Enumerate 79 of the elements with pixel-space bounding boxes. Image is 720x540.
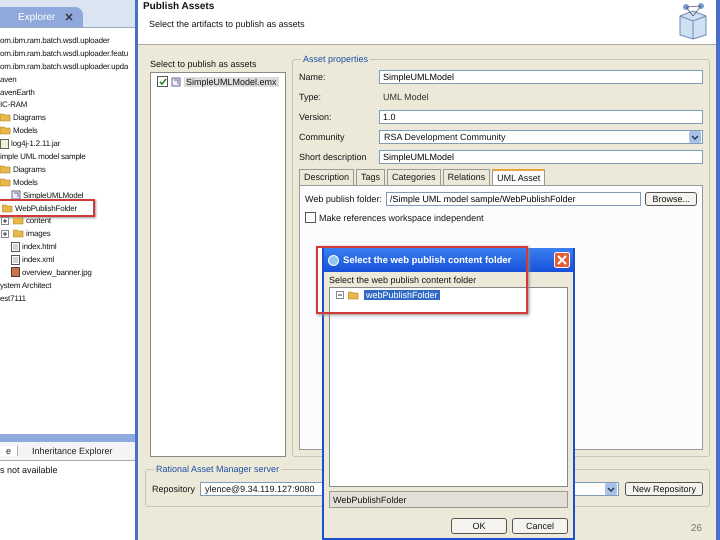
text-field[interactable]: SimpleUMLModel [379, 70, 703, 84]
folder-icon [0, 126, 11, 136]
group-title: Asset properties [301, 54, 370, 64]
tree-item[interactable]: aven [0, 74, 17, 84]
tab[interactable]: Categories [387, 169, 441, 185]
tree-item[interactable]: Diagrams [13, 113, 46, 122]
tree-item[interactable]: imple UML model sample [0, 152, 86, 161]
dialog-prompt: Select the web publish content folder [329, 275, 478, 285]
browse-button[interactable]: Browse... [645, 192, 697, 206]
checkbox[interactable] [305, 212, 316, 223]
tree-item[interactable]: IC-RAM [0, 100, 28, 110]
wizard-subtitle: Select the artifacts to publish as assets [149, 19, 305, 29]
tree-item[interactable]: Models [13, 178, 38, 187]
folder-icon [0, 178, 11, 187]
folder-icon [13, 229, 24, 238]
field-label: Name: [299, 72, 327, 82]
tab[interactable]: UML Asset [492, 169, 546, 185]
tree-item[interactable]: avenEarth [0, 88, 35, 96]
view-tab[interactable]: e [0, 446, 18, 456]
document-icon [11, 254, 20, 265]
tree-item[interactable]: images [26, 229, 51, 238]
collapse-icon[interactable] [336, 291, 344, 299]
ok-button[interactable]: OK [451, 518, 507, 534]
tree-item[interactable]: om.ibm.ram.batch.wsdl.uploader [0, 36, 110, 45]
text-field[interactable]: 1.0 [379, 110, 703, 124]
folder-icon [0, 164, 11, 174]
folder-icon [0, 113, 11, 122]
field-label: Web publish folder: [305, 194, 382, 204]
text-field[interactable]: WebPublishFolder [329, 491, 568, 508]
text-field[interactable]: /Simple UML model sample/WebPublishFolder [386, 192, 642, 206]
folder-icon [348, 290, 360, 300]
slide-number: 26 [690, 523, 702, 534]
field-label: Repository [152, 484, 194, 494]
tree-item[interactable]: om.ibm.ram.batch.wsdl.uploader.featu [0, 48, 128, 58]
list-item[interactable]: SimpleUMLModel.emx [184, 76, 279, 86]
tree-item[interactable]: Models [13, 126, 38, 136]
tree-item[interactable]: webPublishFolder [364, 290, 440, 300]
folder-icon [13, 216, 24, 226]
tree-item[interactable]: index.xml [22, 255, 54, 264]
tree-item[interactable]: content [26, 216, 51, 226]
text-field[interactable]: SimpleUMLModel [379, 150, 703, 164]
checkbox-label: Make references workspace independent [319, 212, 484, 222]
tree-item[interactable]: SimpleUMLModel [23, 190, 84, 200]
tree-item[interactable]: est7111 [0, 294, 26, 303]
tab[interactable]: Relations [442, 169, 490, 185]
tab[interactable]: Description [299, 169, 354, 185]
view-tab[interactable]: Inheritance Explorer [26, 446, 119, 456]
dialog-title: Select the web publish content folder [343, 254, 512, 266]
model-icon [11, 190, 21, 200]
wizard-title: Publish Assets [143, 1, 216, 12]
tree-item[interactable]: log4j-1.2.11.jar [11, 139, 60, 148]
cancel-button[interactable]: Cancel [512, 518, 568, 534]
jar-icon [0, 138, 9, 149]
field-label: Version: [299, 112, 333, 122]
checkbox[interactable] [157, 76, 168, 87]
tree-item[interactable]: index.html [22, 242, 56, 252]
tree-item[interactable]: ystem Architect [0, 280, 52, 290]
expand-icon[interactable] [1, 216, 9, 225]
new-repository-button[interactable]: New Repository [625, 482, 703, 496]
list-label: Select to publish as assets [150, 59, 258, 69]
image-file-icon [11, 267, 20, 278]
model-icon [171, 76, 181, 86]
tree-item[interactable]: Diagrams [13, 164, 46, 174]
field-label: Community [299, 132, 346, 142]
group-title: Rational Asset Manager server [154, 464, 282, 474]
status-message: s not available [0, 464, 59, 477]
field-value: UML Model [382, 92, 430, 102]
tab[interactable]: Tags [356, 169, 386, 185]
dropdown[interactable]: RSA Development Community [379, 130, 703, 144]
tree-item[interactable]: om.ibm.ram.batch.wsdl.uploader.upda [0, 62, 128, 71]
expand-icon[interactable] [1, 230, 9, 238]
app-icon [328, 254, 339, 266]
tree-item[interactable]: overview_banner.jpg [22, 268, 92, 277]
field-label: Short description [299, 152, 368, 162]
document-icon [11, 242, 20, 252]
field-label: Type: [299, 92, 322, 102]
close-icon[interactable] [65, 13, 74, 21]
tree-item[interactable]: WebPublishFolder [15, 204, 78, 213]
folder-icon [2, 204, 13, 213]
